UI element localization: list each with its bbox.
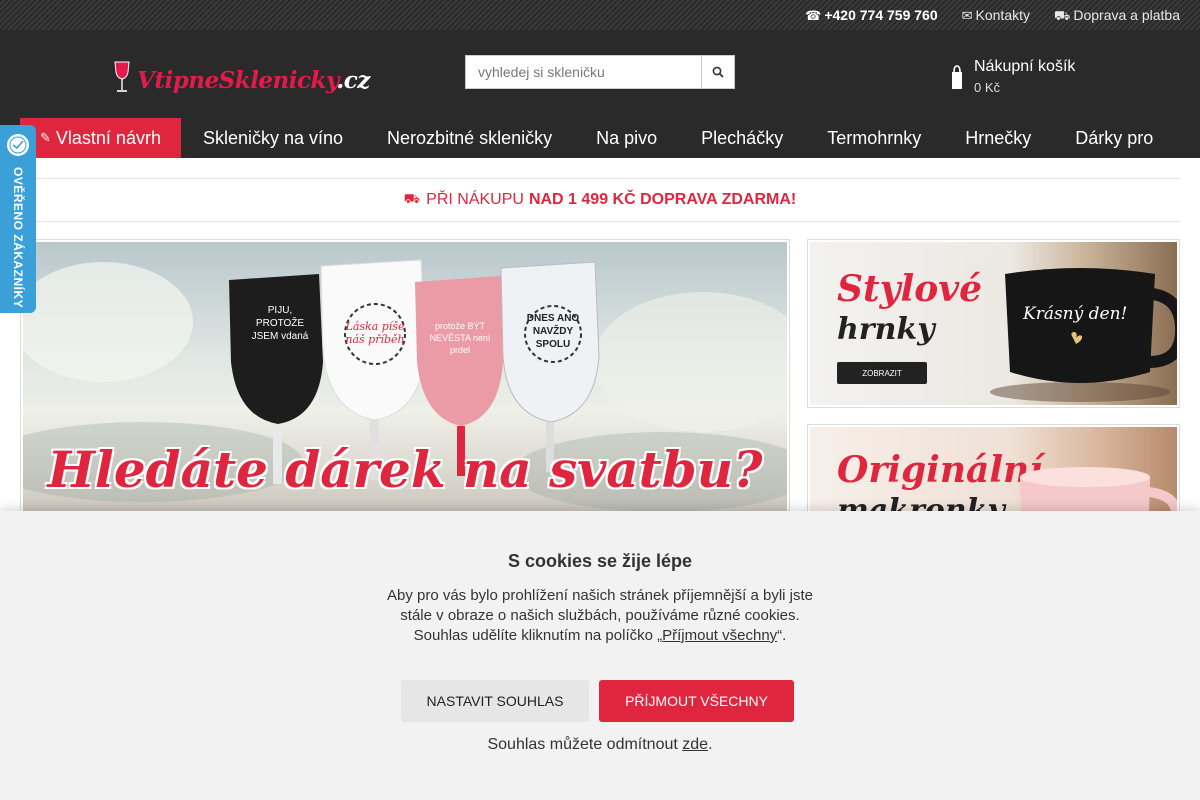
glass-text-3: protože BÝT NEVĚSTA není prdel <box>429 321 491 355</box>
site-header: VtipneSklenicky.cz Nákupní košík 0 Kč ✎V… <box>0 30 1200 158</box>
glass-text-1: PIJU, PROTOŽE JSEM vdaná <box>251 305 309 342</box>
free-shipping-banner: ⛟ PŘI NÁKUPU NAD 1 499 KČ DOPRAVA ZDARMA… <box>20 178 1180 222</box>
logo-text-main: VtipneSklenicky <box>137 67 337 94</box>
cart-info: Nákupní košík 0 Kč <box>974 58 1075 95</box>
nav-item-gifts-for[interactable]: Dárky pro <box>1053 118 1175 158</box>
phone-number: +420 774 759 760 <box>824 7 938 23</box>
refuse-link[interactable]: zde <box>682 736 708 753</box>
side-banner-subtitle: hrnky <box>837 312 935 347</box>
phone-icon: ☎ <box>805 9 822 24</box>
mug-text: Krásný den! <box>1023 304 1128 324</box>
nav-label: Skleničky na víno <box>202 127 344 148</box>
nav-item-custom-design[interactable]: ✎ Vlastní návrh <box>20 118 181 158</box>
side-banner-title: Stylové <box>837 268 983 310</box>
verified-customers-badge[interactable]: OVĚŘENO ZÁKAZNÍKY <box>0 125 36 313</box>
logo-text: VtipneSklenicky.cz <box>137 67 370 94</box>
accept-all-button[interactable]: PŘÍJMOUT VŠECHNY <box>599 680 794 722</box>
nav-label: Plecháčky <box>701 127 784 148</box>
wine-glass-logo-icon <box>114 61 130 92</box>
nav-item-thermo-mugs[interactable]: Termohrnky <box>805 118 943 158</box>
search-button[interactable] <box>701 55 735 89</box>
search-icon <box>712 66 724 78</box>
site-logo[interactable]: VtipneSklenicky.cz <box>113 60 370 94</box>
top-links: ☎ +420 774 759 760 ✉ Kontakty ⛟ Doprava a p… <box>805 7 1180 26</box>
cookie-text-end: “. <box>777 627 787 644</box>
set-consent-button[interactable]: NASTAVIT SOUHLAS <box>401 680 589 722</box>
accept-all-text-link[interactable]: Příjmout všechny <box>662 627 777 644</box>
main-promo-banner[interactable]: PIJU, PROTOŽE JSEM vdaná Láska píše náš … <box>20 239 790 529</box>
shipping-prefix: PŘI NÁKUPU <box>426 191 524 208</box>
nav-item-wine-glasses[interactable]: Skleničky na víno <box>181 118 365 158</box>
shipping-highlight: NAD 1 499 KČ DOPRAVA ZDARMA! <box>528 191 797 208</box>
refuse-consent-text: Souhlas můžete odmítnout zde. <box>0 736 1200 754</box>
cookie-title: S cookies se žije lépe <box>507 551 693 571</box>
nav-item-tin-mugs[interactable]: Plecháčky <box>679 118 805 158</box>
envelope-icon: ✉ <box>961 9 973 24</box>
refuse-text-end: . <box>708 736 713 753</box>
truck-icon: ⛟ <box>403 191 421 207</box>
stylish-mugs-image: Stylové hrnky ZOBRAZIT Krásný den! <box>810 242 1177 405</box>
nav-label: Vlastní návrh <box>55 127 161 148</box>
search-form <box>465 55 735 89</box>
show-button[interactable]: ZOBRAZIT <box>837 362 927 384</box>
wedding-glasses-image: PIJU, PROTOŽE JSEM vdaná Láska píše náš … <box>23 242 787 526</box>
side-banner-mugs[interactable]: Stylové hrnky ZOBRAZIT Krásný den! <box>807 239 1180 408</box>
search-input[interactable] <box>465 55 701 89</box>
shipping-link[interactable]: ⛟ Doprava a platba <box>1054 7 1180 26</box>
nav-label: Nerozbitné skleničky <box>387 127 553 148</box>
cookie-text: Aby pro vás bylo prohlížení našich strán… <box>385 586 815 646</box>
nav-item-mugs[interactable]: Hrnečky <box>943 118 1053 158</box>
contacts-label: Kontakty <box>975 7 1030 23</box>
nav-label: Na pivo <box>596 127 658 148</box>
pencil-icon: ✎ <box>40 130 51 146</box>
top-bar: ☎ +420 774 759 760 ✉ Kontakty ⛟ Doprava a p… <box>0 0 1200 30</box>
nav-item-beer[interactable]: Na pivo <box>574 118 679 158</box>
nav-item-unbreakable-glasses[interactable]: Nerozbitné skleničky <box>365 118 574 158</box>
nav-label: Dárky pro <box>1075 127 1154 148</box>
phone-link[interactable]: ☎ +420 774 759 760 <box>805 7 937 26</box>
shipping-label: Doprava a platba <box>1073 7 1180 23</box>
banner-headline: Hledáte dárek na svatbu? <box>47 440 763 499</box>
contacts-link[interactable]: ✉ Kontakty <box>962 7 1030 26</box>
refuse-text: Souhlas můžete odmítnout <box>487 736 683 753</box>
truck-icon: ⛟ <box>1054 9 1071 24</box>
logo-text-domain: .cz <box>336 67 370 94</box>
glass-text-2: Láska píše náš příběh <box>345 320 405 346</box>
nav-label: Termohrnky <box>827 127 922 148</box>
black-mug-image <box>990 268 1177 402</box>
glass-text-4: DNES ANO NAVŽDY SPOLU <box>526 313 580 350</box>
nav-label: Hrnečky <box>965 127 1032 148</box>
shopping-bag-icon <box>952 64 962 89</box>
main-nav: ✎ Vlastní návrh Skleničky na víno Nerozbi… <box>20 118 1175 158</box>
cart-widget[interactable]: Nákupní košík 0 Kč <box>950 58 1075 95</box>
cart-title: Nákupní košík <box>974 58 1076 75</box>
cart-price: 0 Kč <box>974 80 1001 95</box>
cookie-consent-panel: S cookies se žije lépe Aby pro vás bylo … <box>0 511 1200 800</box>
verified-label: OVĚŘENO ZÁKAZNÍKY <box>11 167 25 309</box>
verified-seal-icon <box>7 134 29 156</box>
